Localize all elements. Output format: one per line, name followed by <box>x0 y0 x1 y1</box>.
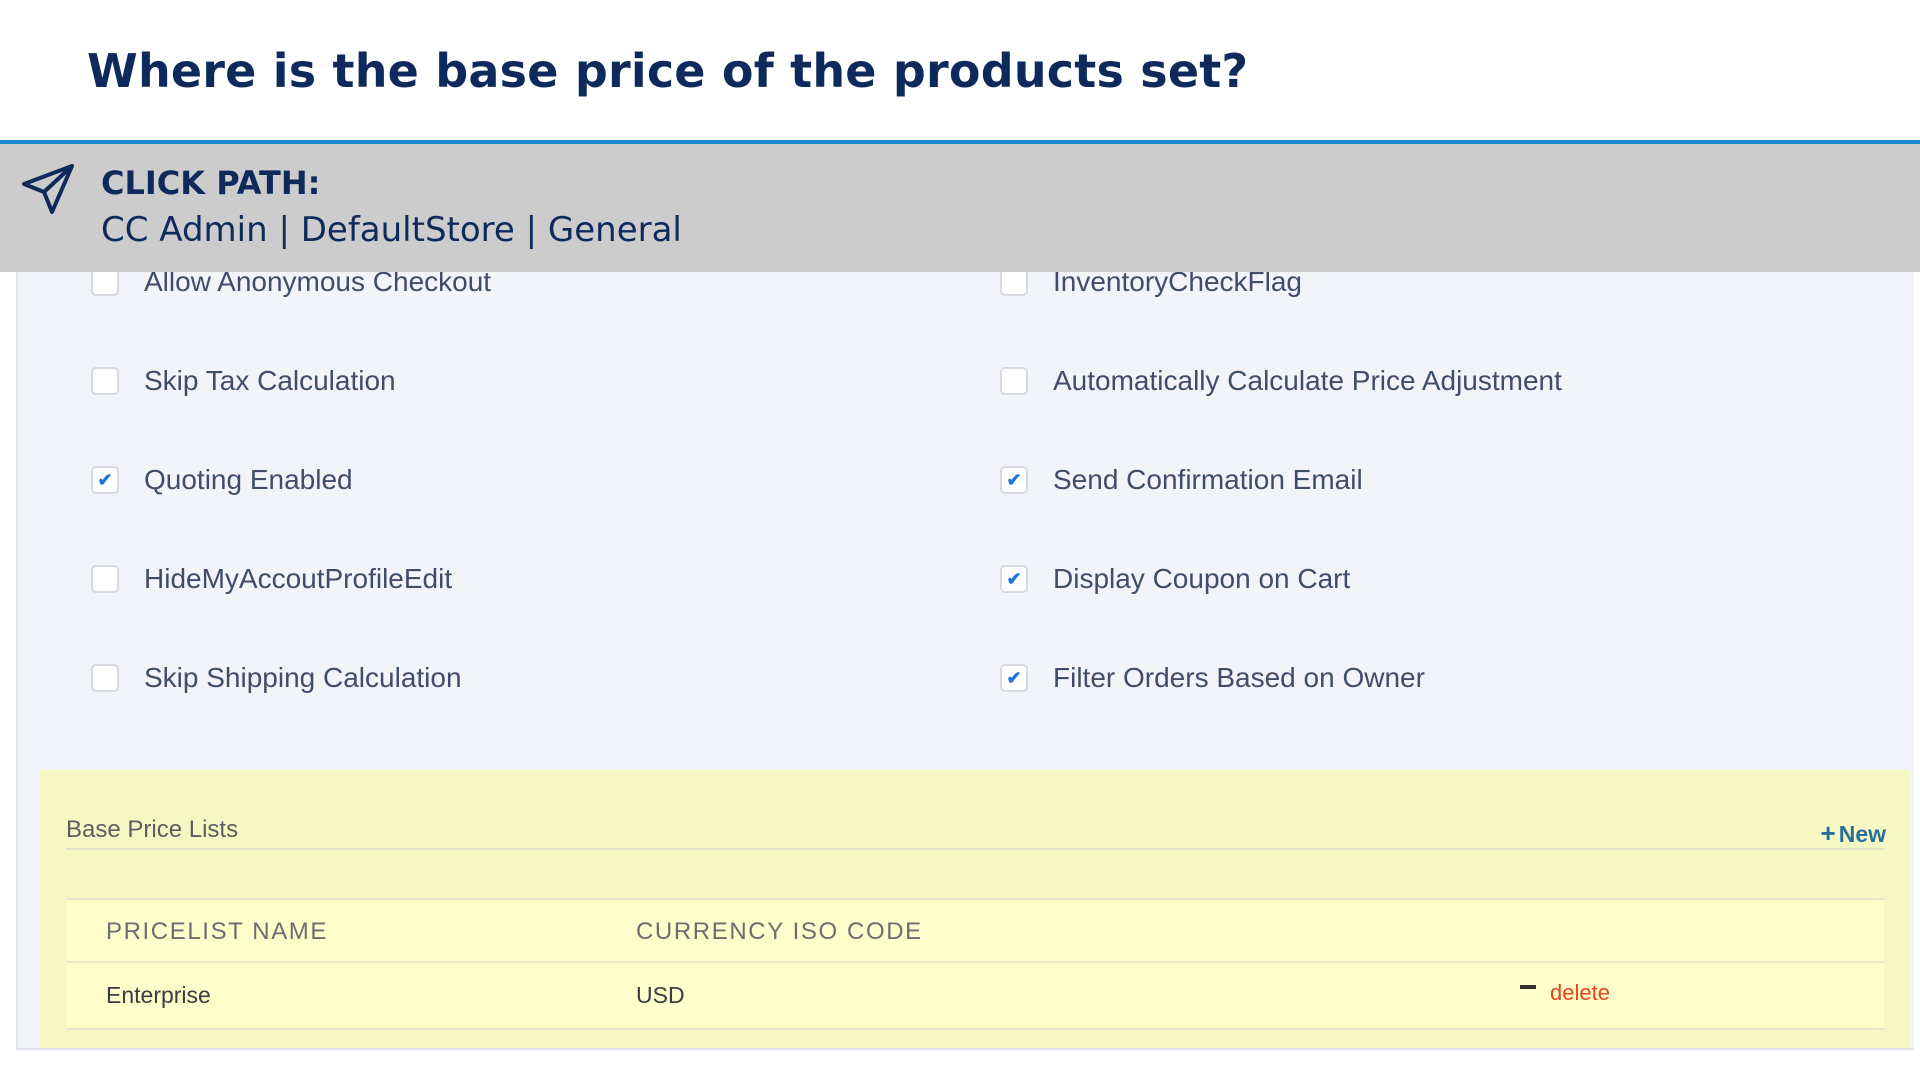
price-lists-table: PRICELIST NAME CURRENCY ISO CODE Enterpr… <box>66 898 1884 1030</box>
base-price-lists-section: Base Price Lists + New PRICELIST NAME CUR… <box>40 770 1910 1048</box>
checkbox[interactable] <box>1000 367 1028 395</box>
setting-label: Display Coupon on Cart <box>1053 563 1351 594</box>
setting-send-confirmation-email[interactable]: ✔ Send Confirmation Email <box>1000 460 1363 500</box>
checkbox[interactable] <box>91 664 119 692</box>
column-header-pricelist-name: PRICELIST NAME <box>106 918 329 945</box>
setting-auto-calculate-price-adjustment[interactable]: Automatically Calculate Price Adjustment <box>1000 361 1562 401</box>
setting-label: Filter Orders Based on Owner <box>1053 662 1425 693</box>
checkbox[interactable] <box>1000 268 1028 296</box>
checkbox[interactable] <box>91 367 119 395</box>
new-label: New <box>1838 821 1886 847</box>
minus-icon <box>1520 985 1536 989</box>
setting-label: Quoting Enabled <box>144 464 353 495</box>
setting-label: Send Confirmation Email <box>1053 464 1363 495</box>
setting-label: Skip Shipping Calculation <box>144 662 462 693</box>
setting-display-coupon-on-cart[interactable]: ✔ Display Coupon on Cart <box>1000 559 1350 599</box>
checkbox[interactable] <box>91 565 119 593</box>
setting-label: HideMyAccoutProfileEdit <box>144 563 453 594</box>
paper-plane-icon <box>22 164 74 214</box>
delete-label: delete <box>1550 980 1610 1005</box>
checkmark-icon: ✔ <box>1006 568 1022 589</box>
setting-label: Skip Tax Calculation <box>144 365 396 396</box>
checkbox-checked[interactable]: ✔ <box>1000 466 1028 494</box>
slide-title: Where is the base price of the products … <box>87 44 1249 98</box>
click-path-text: CC Admin | DefaultStore | General <box>101 210 682 250</box>
setting-label: Automatically Calculate Price Adjustment <box>1053 365 1562 396</box>
header-divider <box>66 961 1884 963</box>
delete-button[interactable]: delete <box>1520 980 1610 1006</box>
plus-icon: + <box>1820 818 1836 848</box>
setting-skip-tax-calculation[interactable]: Skip Tax Calculation <box>91 361 396 401</box>
click-path-heading: CLICK PATH: <box>101 164 321 202</box>
checkbox-checked[interactable]: ✔ <box>1000 664 1028 692</box>
section-title: Base Price Lists <box>66 816 239 843</box>
setting-quoting-enabled[interactable]: ✔ Quoting Enabled <box>91 460 353 500</box>
section-divider <box>66 848 1884 850</box>
column-header-currency-iso-code: CURRENCY ISO CODE <box>636 918 923 945</box>
new-price-list-button[interactable]: + New <box>1821 818 1886 849</box>
slide: Where is the base price of the products … <box>0 0 1920 1080</box>
checkmark-icon: ✔ <box>1006 667 1022 688</box>
currency-cell: USD <box>636 982 685 1008</box>
checkbox[interactable] <box>91 268 119 296</box>
setting-hide-my-account-profile-edit[interactable]: HideMyAccoutProfileEdit <box>91 559 452 599</box>
setting-skip-shipping-calculation[interactable]: Skip Shipping Calculation <box>91 658 462 698</box>
checkmark-icon: ✔ <box>1006 469 1022 490</box>
checkbox-checked[interactable]: ✔ <box>91 466 119 494</box>
setting-filter-orders-based-on-owner[interactable]: ✔ Filter Orders Based on Owner <box>1000 658 1425 698</box>
click-path-bar: CLICK PATH: CC Admin | DefaultStore | Ge… <box>0 144 1920 272</box>
checkmark-icon: ✔ <box>97 469 113 490</box>
pricelist-name-cell: Enterprise <box>106 982 211 1008</box>
checkbox-checked[interactable]: ✔ <box>1000 565 1028 593</box>
